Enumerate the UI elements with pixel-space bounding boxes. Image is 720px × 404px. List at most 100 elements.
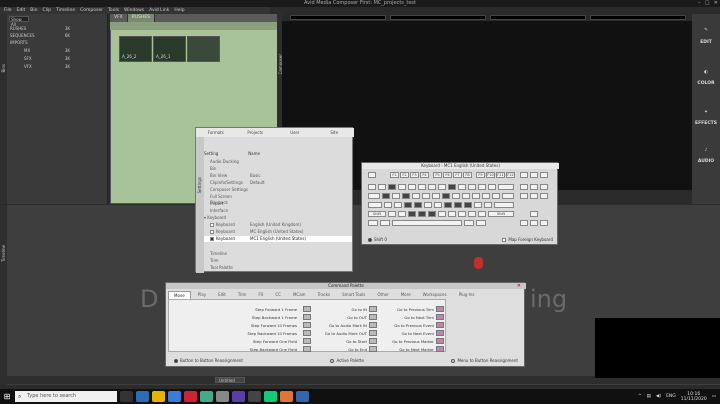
workspace-edit[interactable]: EDIT (692, 40, 720, 45)
key-bracket-left[interactable] (482, 193, 490, 199)
key-z[interactable] (388, 211, 396, 217)
tab-workspaces[interactable]: Workspaces (418, 291, 452, 299)
setting-row[interactable]: ▾ Keyboard (204, 215, 352, 221)
record-info-box[interactable] (490, 15, 586, 20)
key-ctrl[interactable] (368, 220, 378, 226)
step-forward-1-button[interactable] (303, 306, 311, 312)
windows-start-icon[interactable]: ⊞ (0, 389, 14, 404)
tab-more[interactable]: More (396, 291, 416, 299)
menu-reassignment-option[interactable]: Menu to Button Reassignment (451, 357, 518, 365)
key-0[interactable] (468, 184, 476, 190)
key-equals[interactable] (488, 184, 496, 190)
tab-vfx[interactable]: VFX (110, 14, 128, 22)
go-to-previous-trim-button[interactable] (436, 306, 444, 312)
key-4[interactable] (408, 184, 416, 190)
tab-other[interactable]: Other (372, 291, 393, 299)
tab-edit[interactable]: Edit (213, 291, 231, 299)
go-to-previous-marker-button[interactable] (436, 338, 444, 344)
app-icon[interactable] (200, 391, 213, 402)
key-f6[interactable]: F6 (443, 172, 452, 178)
active-checkbox[interactable] (210, 230, 214, 234)
workspace-audio[interactable]: AUDIO (692, 159, 720, 164)
go-to-audio-out-button[interactable] (369, 330, 377, 336)
key-quote[interactable] (484, 202, 492, 208)
key-f3[interactable]: F3 (410, 172, 419, 178)
key-f8[interactable]: F8 (463, 172, 472, 178)
tab-rushes[interactable]: RUSHES (127, 14, 156, 22)
setting-row[interactable]: Bin View Basic (204, 173, 352, 179)
menu-avid-link[interactable]: Avid Link (149, 7, 169, 14)
bin-view-select[interactable]: Show All (9, 16, 29, 27)
go-to-end-button[interactable] (369, 346, 377, 352)
workspace-effects[interactable]: EFFECTS (692, 121, 720, 126)
key-e[interactable] (402, 193, 410, 199)
step-backward-10-button[interactable] (303, 330, 311, 336)
key-pageup[interactable] (540, 184, 548, 190)
key-1[interactable] (378, 184, 386, 190)
bin-row[interactable]: RUSHES 3K (10, 25, 106, 32)
key-2[interactable] (388, 184, 396, 190)
go-to-next-marker-button[interactable] (436, 346, 444, 352)
tab-trim[interactable]: Trim (233, 291, 252, 299)
setting-row[interactable]: Timeline (204, 251, 352, 257)
key-s[interactable] (394, 202, 402, 208)
key-f9[interactable]: F9 (476, 172, 485, 178)
key-comma[interactable] (458, 211, 466, 217)
tab-plug-ins[interactable]: Plug-Ins (454, 291, 480, 299)
shift-radio[interactable] (368, 238, 372, 242)
app-icon[interactable] (264, 391, 277, 402)
key-f12[interactable]: F12 (506, 172, 515, 178)
step-backward-1-button[interactable] (303, 314, 311, 320)
bin-row[interactable]: VFX 3K (10, 63, 106, 70)
source-info-box[interactable] (390, 15, 486, 20)
bin-row[interactable]: MX 3K (10, 47, 106, 54)
key-t[interactable] (422, 193, 430, 199)
source-info-box[interactable] (290, 15, 386, 20)
key-f2[interactable]: F2 (400, 172, 409, 178)
key-backslash[interactable] (502, 193, 514, 199)
go-to-audio-in-button[interactable] (369, 322, 377, 328)
key-left[interactable] (520, 220, 528, 226)
setting-row[interactable]: Import (204, 201, 352, 207)
close-icon[interactable]: ✕ (517, 283, 521, 289)
key-7[interactable] (438, 184, 446, 190)
key-minus[interactable] (478, 184, 486, 190)
clip-thumbnail[interactable]: A_26_1 (153, 36, 186, 62)
key-slash[interactable] (478, 211, 486, 217)
bins-side-tab[interactable]: Bins (0, 14, 7, 204)
key-6[interactable] (428, 184, 436, 190)
tab-user[interactable]: User (275, 128, 315, 137)
menu-bin[interactable]: Bin (30, 7, 37, 14)
key-caps[interactable] (368, 202, 382, 208)
key-f1[interactable]: F1 (390, 172, 399, 178)
tab-projects[interactable]: Projects (236, 128, 276, 137)
app-icon[interactable] (216, 391, 229, 402)
key-ctrl-right[interactable] (476, 220, 486, 226)
key-w[interactable] (392, 193, 400, 199)
tab-mcam[interactable]: MCam (288, 291, 311, 299)
edit-icon[interactable]: ✎ (692, 28, 720, 33)
setting-row[interactable]: Composer Settings (204, 187, 352, 193)
key-pagedown[interactable] (540, 193, 548, 199)
key-f[interactable] (414, 202, 422, 208)
key-pause[interactable] (540, 172, 548, 178)
tab-tracks[interactable]: Tracks (313, 291, 336, 299)
key-3[interactable] (398, 184, 406, 190)
key-i[interactable] (452, 193, 460, 199)
setting-row[interactable]: Trim (204, 258, 352, 264)
menu-edit[interactable]: Edit (17, 7, 26, 14)
key-a[interactable] (384, 202, 392, 208)
key-print[interactable] (520, 172, 528, 178)
tab-fx[interactable]: FX (253, 291, 268, 299)
key-period[interactable] (468, 211, 476, 217)
go-to-out-button[interactable] (369, 314, 377, 320)
store-icon[interactable] (168, 391, 181, 402)
key-d[interactable] (404, 202, 412, 208)
active-checkbox[interactable] (210, 223, 214, 227)
active-palette-option[interactable]: Active Palette (330, 357, 364, 365)
checked-checkbox[interactable] (210, 237, 214, 241)
key-shift-right[interactable]: Shift (488, 211, 514, 217)
app-icon[interactable] (280, 391, 293, 402)
setting-row-selected[interactable]: Keyboard MC1 English (United States) (204, 236, 352, 242)
key-alt-right[interactable] (464, 220, 474, 226)
